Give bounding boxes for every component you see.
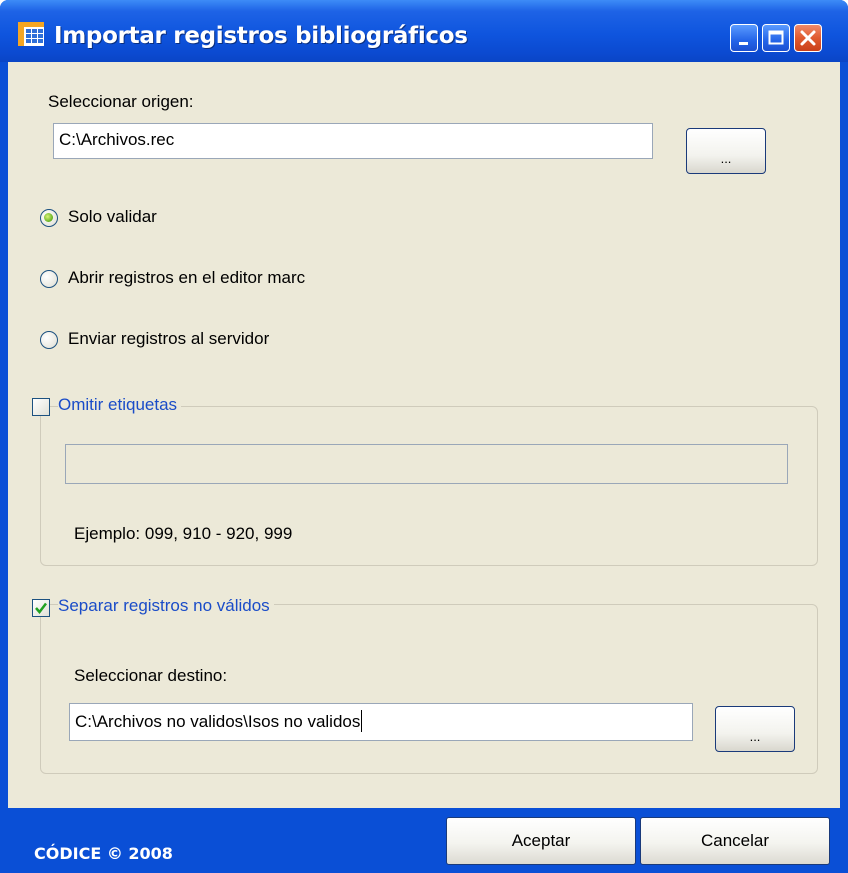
destination-label: Seleccionar destino: [74, 666, 228, 685]
omit-tags-example: Ejemplo: 099, 910 - 920, 999 [74, 524, 293, 543]
origin-label: Seleccionar origen: [48, 92, 194, 111]
radio-button[interactable] [40, 270, 58, 288]
separate-invalid-label[interactable]: Separar registros no válidos [58, 596, 274, 616]
separate-invalid-group [40, 604, 818, 774]
copyright-text: CÓDICE © 2008 [34, 844, 173, 863]
maximize-icon [768, 30, 784, 45]
close-button[interactable] [794, 24, 822, 52]
cancel-button[interactable]: Cancelar [640, 817, 830, 865]
origin-path-input[interactable]: C:\Archivos.rec [53, 123, 653, 159]
grid-app-icon [18, 22, 44, 46]
destination-path-input[interactable]: C:\Archivos no validos\Isos no validos [69, 703, 693, 741]
radio-button[interactable] [40, 331, 58, 349]
text-caret [361, 710, 363, 732]
radio-selected-dot [44, 213, 53, 222]
minimize-icon [739, 42, 748, 45]
checkmark-icon [35, 602, 47, 614]
maximize-button[interactable] [762, 24, 790, 52]
window-title: Importar registros bibliográficos [54, 23, 468, 49]
import-dialog-window: Importar registros bibliográficos Selecc… [0, 0, 848, 873]
omit-tags-checkbox[interactable] [32, 398, 50, 416]
title-bar[interactable]: Importar registros bibliográficos [0, 0, 848, 62]
radio-label: Enviar registros al servidor [68, 329, 270, 348]
radio-button[interactable] [40, 209, 58, 227]
radio-label: Solo validar [68, 207, 157, 226]
destination-browse-button[interactable]: ... [715, 706, 795, 752]
close-icon [800, 30, 816, 46]
origin-browse-button[interactable]: ... [686, 128, 766, 174]
dialog-body: Seleccionar origen: C:\Archivos.rec ... … [8, 62, 840, 808]
omit-tags-label[interactable]: Omitir etiquetas [58, 395, 182, 415]
destination-path-text: C:\Archivos no validos\Isos no validos [75, 712, 361, 731]
omit-tags-input[interactable] [65, 444, 788, 484]
minimize-button[interactable] [730, 24, 758, 52]
radio-label: Abrir registros en el editor marc [68, 268, 306, 287]
separate-invalid-checkbox[interactable] [32, 599, 50, 617]
accept-button[interactable]: Aceptar [446, 817, 636, 865]
